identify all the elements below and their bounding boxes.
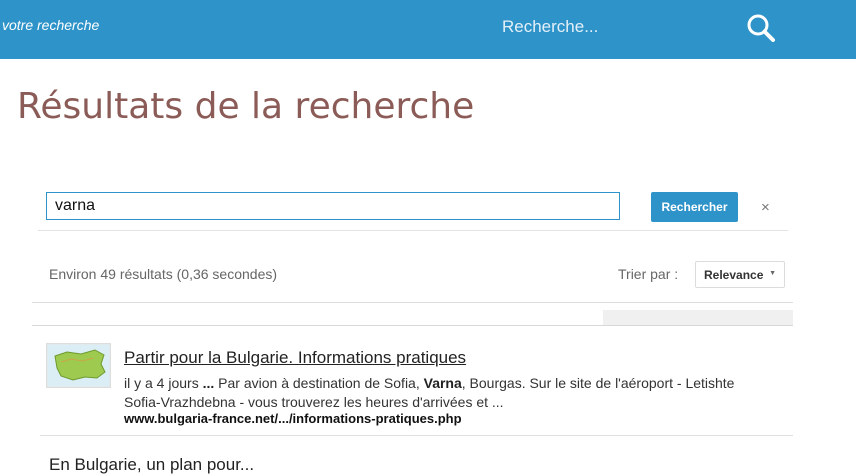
- page-title: Résultats de la recherche: [17, 86, 475, 127]
- snippet-part: il y a 4 jours: [124, 375, 203, 391]
- results-band: [603, 310, 793, 326]
- next-result-title[interactable]: En Bulgarie, un plan pour...: [49, 455, 254, 475]
- sort-dropdown[interactable]: Relevance ▼: [695, 261, 785, 288]
- result-url[interactable]: www.bulgaria-france.net/.../informations…: [124, 411, 462, 426]
- breadcrumb[interactable]: votre recherche: [2, 17, 99, 33]
- result-thumbnail[interactable]: [46, 343, 111, 388]
- snippet-part-bold: ...: [202, 375, 215, 391]
- sort-selected-value: Relevance: [704, 268, 764, 282]
- result-count: Environ 49 résultats (0,36 secondes): [49, 266, 278, 282]
- search-button[interactable]: Rechercher: [651, 192, 738, 222]
- result-snippet: il y a 4 jours ... Par avion à destinati…: [124, 374, 764, 412]
- divider: [32, 325, 793, 326]
- result-title-link[interactable]: Partir pour la Bulgarie. Informations pr…: [124, 348, 466, 368]
- snippet-part: Par avion à destination de Sofia,: [214, 375, 424, 391]
- snippet-part-bold: Varna: [423, 375, 462, 391]
- divider: [40, 435, 793, 436]
- top-bar: votre recherche: [0, 0, 856, 59]
- divider: [32, 302, 793, 303]
- clear-search-icon[interactable]: ×: [761, 199, 770, 216]
- results-search-input[interactable]: [46, 192, 620, 220]
- caret-down-icon: ▼: [769, 270, 776, 277]
- search-icon[interactable]: [745, 12, 777, 44]
- header-search-input[interactable]: [502, 16, 732, 38]
- divider: [38, 230, 788, 231]
- sort-label: Trier par :: [618, 266, 679, 282]
